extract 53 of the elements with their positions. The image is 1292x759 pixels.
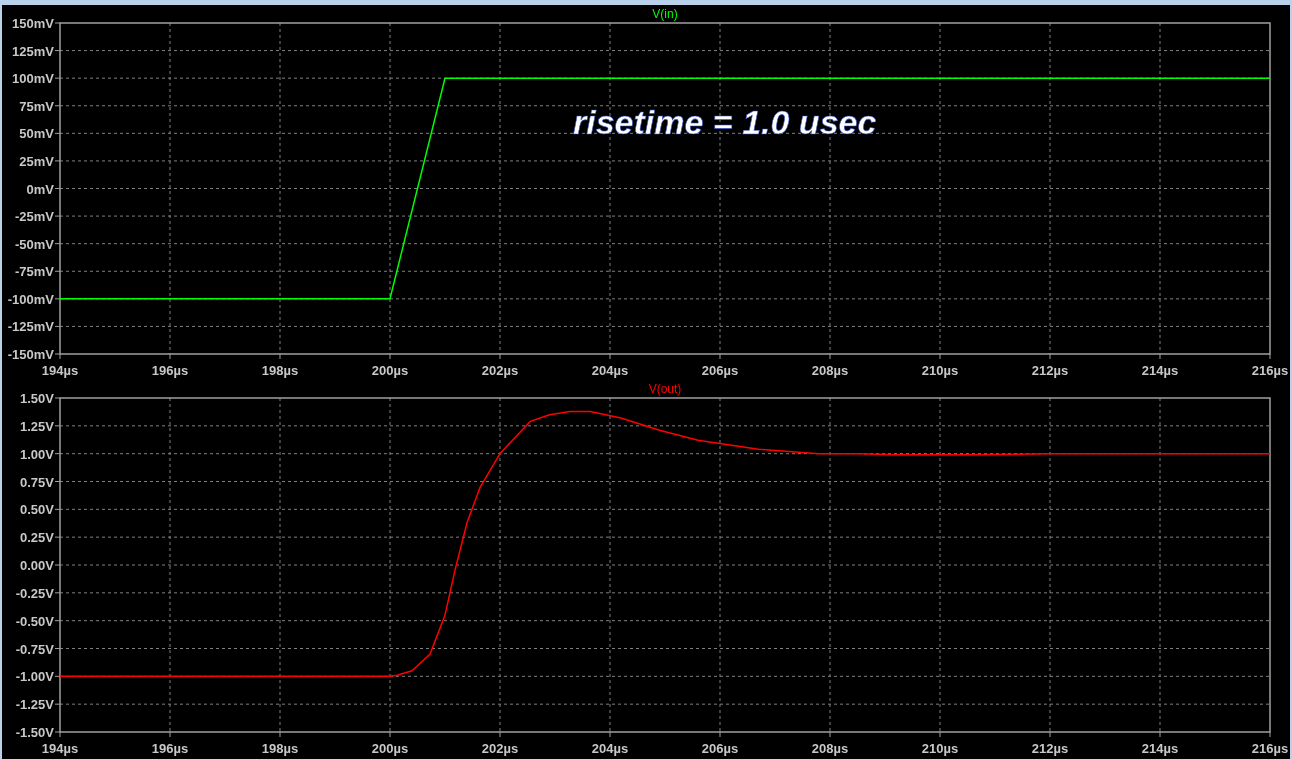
x-tick-label: 216µs	[1251, 363, 1289, 378]
x-tick-label: 210µs	[921, 741, 959, 756]
x-tick-label: 214µs	[1141, 363, 1179, 378]
x-tick-label: 204µs	[591, 741, 629, 756]
y-tick-label: 100mV	[12, 71, 54, 87]
x-tick-label: 210µs	[921, 363, 959, 378]
y-tick-label: 125mV	[12, 43, 54, 59]
y-tick-label: -0.25V	[15, 585, 54, 601]
y-tick-label: 0mV	[26, 181, 54, 197]
x-tick-label: 212µs	[1031, 741, 1069, 756]
y-tick-label: -1.00V	[15, 669, 54, 685]
x-tick-label: 202µs	[481, 741, 519, 756]
x-tick-label: 216µs	[1251, 741, 1289, 756]
x-tick-label: 204µs	[591, 363, 629, 378]
x-tick-label: 200µs	[371, 363, 409, 378]
x-tick-label: 206µs	[701, 363, 739, 378]
x-tick-label: 202µs	[481, 363, 519, 378]
x-tick-label: 196µs	[151, 741, 189, 756]
y-tick-label: 0.50V	[20, 502, 54, 518]
x-tick-label: 198µs	[261, 741, 299, 756]
y-tick-label: -50mV	[14, 236, 54, 252]
y-tick-label: -0.50V	[15, 613, 54, 629]
y-tick-label: 0.25V	[20, 530, 54, 546]
y-tick-label: -125mV	[7, 319, 54, 335]
y-tick-label: -1.25V	[15, 697, 54, 713]
x-tick-label: 212µs	[1031, 363, 1069, 378]
x-tick-label: 208µs	[811, 741, 849, 756]
y-tick-label: 1.25V	[20, 418, 54, 434]
x-tick-label: 200µs	[371, 741, 409, 756]
y-tick-label: -0.75V	[15, 641, 54, 657]
x-tick-label: 198µs	[261, 363, 299, 378]
y-tick-label: 0.00V	[20, 558, 54, 573]
x-tick-label: 206µs	[701, 741, 739, 756]
y-tick-label: -100mV	[7, 291, 54, 307]
y-tick-label: -75mV	[14, 264, 54, 280]
trace-name[interactable]: V(in)	[652, 7, 678, 21]
x-tick-label: 194µs	[41, 363, 79, 378]
annotation-text: risetime = 1.0 usec	[573, 103, 877, 141]
y-tick-label: -1.50V	[15, 725, 54, 740]
y-tick-label: 25mV	[19, 153, 54, 169]
y-tick-label: 50mV	[19, 126, 54, 142]
y-tick-label: 75mV	[19, 98, 54, 114]
y-tick-label: -25mV	[14, 209, 54, 225]
x-tick-label: 214µs	[1141, 741, 1179, 756]
y-tick-label: -150mV	[7, 347, 54, 362]
x-tick-label: 208µs	[811, 363, 849, 378]
trace-name[interactable]: V(out)	[648, 382, 682, 396]
x-tick-label: 194µs	[41, 741, 79, 756]
y-tick-label: 0.75V	[20, 474, 54, 490]
y-tick-label: 1.50V	[20, 391, 54, 406]
x-tick-label: 196µs	[151, 363, 189, 378]
y-tick-label: 150mV	[12, 16, 54, 31]
y-tick-label: 1.00V	[20, 446, 54, 462]
